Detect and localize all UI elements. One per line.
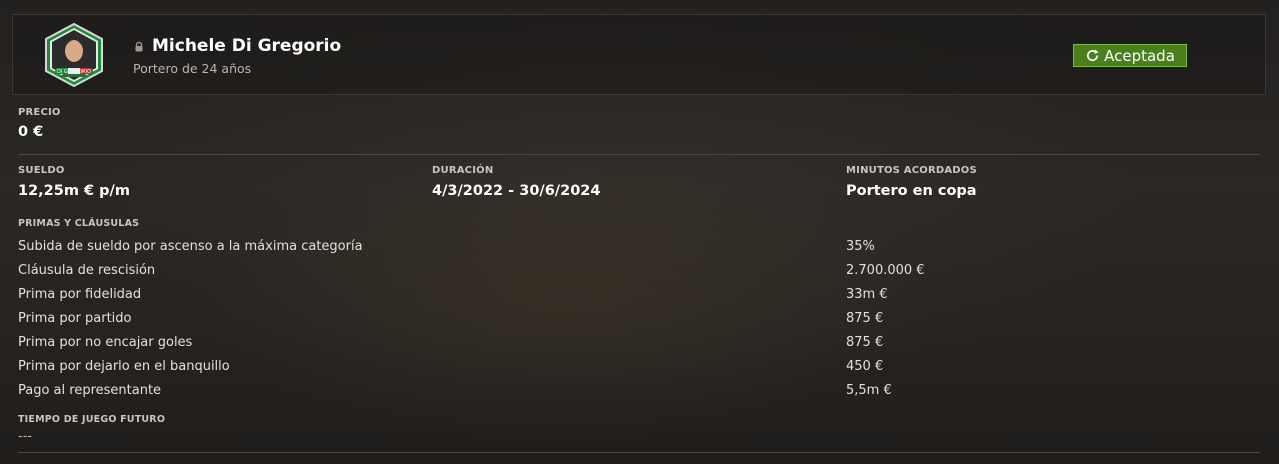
player-name-row: Michele Di Gregorio [133, 35, 341, 57]
bonuses-label: PRIMAS Y CLÁUSULAS [18, 218, 140, 229]
avatar-badge-text: DI GREGORIO [57, 69, 91, 75]
minutes-label: MINUTOS ACORDADOS [846, 165, 977, 176]
bonus-row-value: 875 € [846, 335, 884, 350]
divider [18, 154, 1260, 155]
bonus-row-value: 450 € [846, 359, 884, 374]
duration-value: 4/3/2022 - 30/6/2024 [432, 183, 601, 199]
status-label: Aceptada [1104, 46, 1175, 65]
divider [18, 452, 1260, 453]
player-info: Michele Di Gregorio Portero de 24 años [133, 35, 341, 76]
lock-icon [135, 41, 143, 52]
bonus-row-value: 5,5m € [846, 383, 892, 398]
status-accepted-button[interactable]: Aceptada [1073, 44, 1187, 67]
player-name[interactable]: Michele Di Gregorio [152, 36, 341, 56]
refresh-icon [1087, 49, 1099, 62]
bonus-row-label: Subida de sueldo por ascenso a la máxima… [18, 239, 363, 254]
player-subtitle: Portero de 24 años [133, 61, 252, 76]
salary-label: SUELDO [18, 165, 65, 176]
bonus-row-label: Prima por no encajar goles [18, 335, 193, 350]
bonus-row-label: Prima por partido [18, 311, 132, 326]
salary-value: 12,25m € p/m [18, 183, 130, 199]
bonus-row-value: 35% [846, 239, 875, 254]
bonus-row-label: Prima por fidelidad [18, 287, 142, 302]
player-avatar[interactable]: DI GREGORIO [42, 23, 106, 87]
player-header-card: DI GREGORIO Michele Di Gregorio Portero … [12, 14, 1266, 95]
future-playing-time-label: TIEMPO DE JUEGO FUTURO [18, 414, 166, 425]
bonus-row-value: 2.700.000 € [846, 263, 925, 278]
price-label: PRECIO [18, 107, 61, 118]
future-playing-time-value: --- [18, 429, 33, 444]
duration-label: DURACIÓN [432, 165, 494, 176]
bonus-row-label: Cláusula de rescisión [18, 263, 156, 278]
price-value: 0 € [18, 124, 44, 140]
bonus-row-label: Prima por dejarlo en el banquillo [18, 359, 230, 374]
bonus-row-label: Pago al representante [18, 383, 162, 398]
bonus-row-value: 33m € [846, 287, 888, 302]
minutes-value: Portero en copa [846, 183, 977, 199]
bonus-row-value: 875 € [846, 311, 884, 326]
